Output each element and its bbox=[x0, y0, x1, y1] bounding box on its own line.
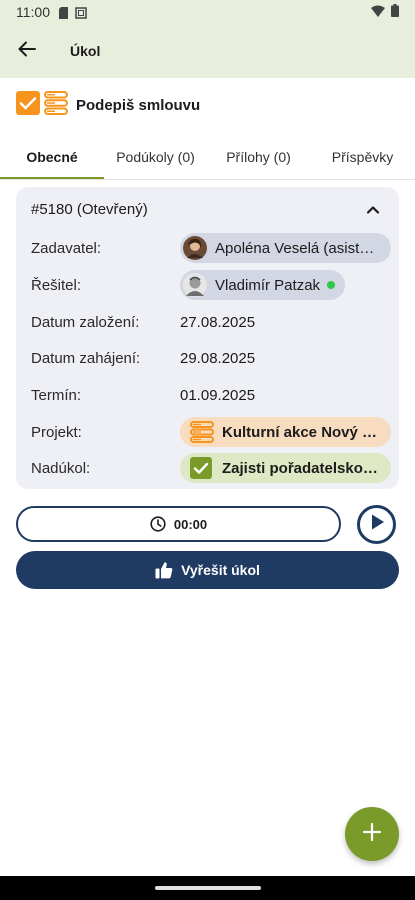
start-date-value: 29.08.2025 bbox=[180, 349, 256, 367]
assignee-label: Řešitel: bbox=[31, 276, 82, 294]
tab-posts[interactable]: Příspěvky bbox=[310, 136, 415, 178]
parent-task-label: Nadúkol: bbox=[31, 459, 91, 477]
avatar bbox=[183, 273, 207, 297]
parent-task-chip[interactable]: Zajisti pořadatelskou službu bbox=[180, 453, 391, 483]
parent-task-name: Zajisti pořadatelskou službu bbox=[222, 459, 381, 477]
play-button[interactable] bbox=[357, 505, 396, 544]
tab-general[interactable]: Obecné bbox=[0, 136, 104, 178]
checkbox-checked-icon bbox=[190, 457, 214, 479]
back-button[interactable] bbox=[0, 24, 54, 78]
tab-bar: Obecné Podúkoly (0) Přílohy (0) Příspěvk… bbox=[0, 136, 415, 180]
status-time: 11:00 bbox=[16, 4, 50, 20]
timer-button[interactable]: 00:00 bbox=[16, 506, 341, 542]
screenshot-icon bbox=[75, 6, 87, 19]
plus-icon bbox=[362, 822, 382, 846]
assignee-row: Řešitel: Vladimír Patzak bbox=[31, 270, 391, 300]
wifi-icon bbox=[371, 4, 385, 20]
add-fab-button[interactable] bbox=[345, 807, 399, 861]
assigner-label: Zadavatel: bbox=[31, 239, 102, 257]
task-list-icon bbox=[44, 90, 68, 120]
project-name: Kulturní akce Nový rok bbox=[222, 423, 381, 441]
tab-divider bbox=[0, 179, 415, 180]
project-icon bbox=[190, 421, 214, 443]
system-navigation-bar bbox=[0, 876, 415, 900]
clock-icon bbox=[150, 516, 166, 532]
tab-attachments[interactable]: Přílohy (0) bbox=[207, 136, 310, 178]
task-header: Podepiš smlouvu bbox=[16, 90, 201, 120]
assigner-row: Zadavatel: Apoléna Veselá (asistentka) bbox=[31, 233, 391, 263]
app-bar: Úkol bbox=[0, 24, 415, 78]
start-date-row: Datum zahájení: 29.08.2025 bbox=[31, 343, 391, 373]
created-date-label: Datum založení: bbox=[31, 313, 140, 331]
task-details-card: #5180 (Otevřený) Zadavatel: Apoléna Vese… bbox=[16, 187, 399, 489]
project-row: Projekt: Kulturní akce Nový rok bbox=[31, 417, 391, 447]
avatar bbox=[183, 236, 207, 260]
thumbs-up-icon bbox=[155, 561, 173, 579]
app-bar-title: Úkol bbox=[70, 43, 101, 59]
project-label: Projekt: bbox=[31, 423, 82, 441]
arrow-left-icon bbox=[18, 41, 36, 62]
resolve-task-button[interactable]: Vyřešit úkol bbox=[16, 551, 399, 589]
assignee-chip[interactable]: Vladimír Patzak bbox=[180, 270, 346, 300]
assignee-name: Vladimír Patzak bbox=[215, 276, 321, 294]
created-date-value: 27.08.2025 bbox=[180, 313, 256, 331]
chevron-up-icon bbox=[365, 205, 381, 222]
collapse-button[interactable] bbox=[365, 202, 381, 218]
start-date-label: Datum zahájení: bbox=[31, 349, 141, 367]
task-checkbox[interactable] bbox=[16, 90, 40, 120]
online-status-indicator bbox=[327, 281, 336, 289]
tab-subtasks[interactable]: Podúkoly (0) bbox=[104, 136, 207, 178]
assigner-name: Apoléna Veselá (asistentka) bbox=[215, 239, 381, 257]
deadline-label: Termín: bbox=[31, 386, 82, 404]
project-chip[interactable]: Kulturní akce Nový rok bbox=[180, 417, 391, 447]
battery-icon bbox=[391, 4, 399, 20]
sim-card-icon bbox=[58, 6, 69, 19]
play-icon bbox=[369, 513, 385, 536]
assigner-chip[interactable]: Apoléna Veselá (asistentka) bbox=[180, 233, 391, 263]
deadline-row: Termín: 01.09.2025 bbox=[31, 380, 391, 410]
home-gesture-handle[interactable] bbox=[155, 886, 261, 890]
task-title: Podepiš smlouvu bbox=[76, 96, 201, 114]
status-bar: 11:00 bbox=[0, 0, 415, 24]
task-id-status: #5180 (Otevřený) bbox=[31, 201, 148, 218]
deadline-value: 01.09.2025 bbox=[180, 386, 256, 404]
timer-value: 00:00 bbox=[173, 516, 208, 532]
resolve-task-label: Vyřešit úkol bbox=[181, 562, 260, 578]
created-date-row: Datum založení: 27.08.2025 bbox=[31, 307, 391, 337]
parent-task-row: Nadúkol: Zajisti pořadatelskou službu bbox=[31, 453, 391, 483]
